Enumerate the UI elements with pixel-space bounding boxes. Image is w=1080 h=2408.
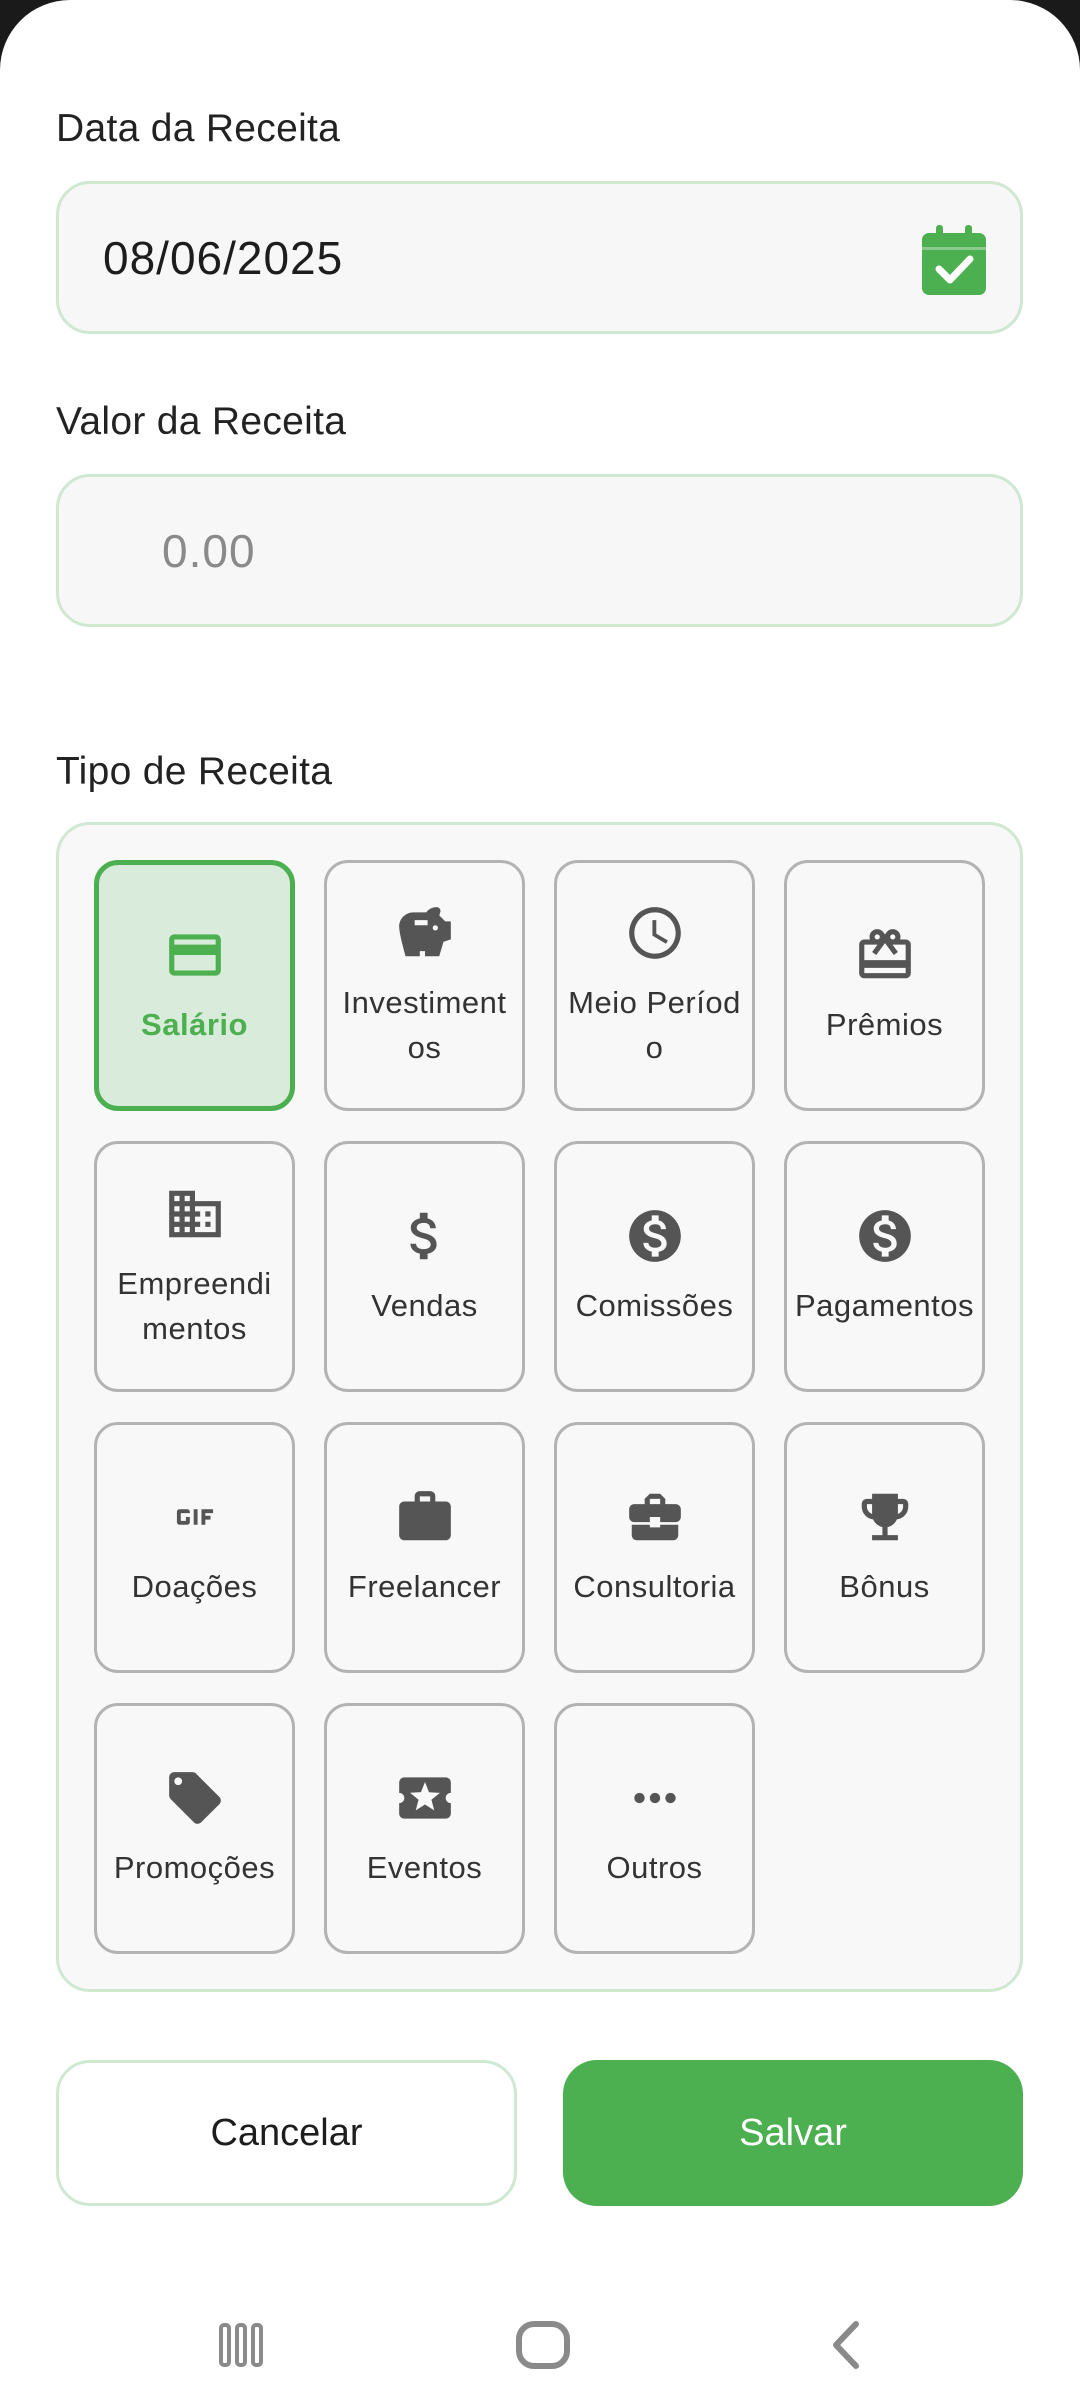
category-label: Salário [141, 1007, 248, 1042]
category-label: Promoções [113, 1850, 276, 1885]
amount-input[interactable]: 0.00 [162, 524, 256, 578]
category-label: Prêmios [825, 1007, 944, 1042]
tag-icon [164, 1767, 226, 1829]
category-vendas[interactable]: Vendas [324, 1141, 525, 1392]
building-icon [164, 1183, 226, 1245]
briefcase-icon [394, 1486, 456, 1548]
category-label: Doações [131, 1569, 258, 1604]
category-investimentos[interactable]: Investimentos [324, 860, 525, 1111]
date-label: Data da Receita [56, 107, 341, 150]
trophy-icon [854, 1486, 916, 1548]
category-grid: Salário Investimentos Meio Período Prêmi… [56, 822, 1023, 1992]
category-label: Investimentos [342, 984, 507, 1065]
back-icon[interactable] [806, 2310, 886, 2380]
credit-card-icon [164, 924, 226, 986]
dollar-sign-icon [394, 1205, 456, 1267]
more-horiz-icon [624, 1767, 686, 1829]
system-navigation-bar [0, 2280, 1080, 2408]
category-bonus[interactable]: Bônus [784, 1422, 985, 1673]
category-label: Bônus [839, 1569, 930, 1604]
ticket-star-icon [394, 1767, 456, 1829]
calendar-check-icon[interactable] [922, 225, 986, 295]
date-field[interactable]: 08/06/2025 [56, 181, 1023, 334]
bottom-sheet: Data da Receita 08/06/2025 Valor da Rece… [0, 0, 1080, 2408]
dollar-circle-icon [624, 1205, 686, 1267]
category-salario[interactable]: Salário [94, 860, 295, 1111]
type-label: Tipo de Receita [56, 750, 333, 793]
category-label: Outros [606, 1850, 703, 1885]
category-doacoes[interactable]: Doações [94, 1422, 295, 1673]
category-empreendimentos[interactable]: Empreendimentos [94, 1141, 295, 1392]
business-center-icon [624, 1486, 686, 1548]
category-promocoes[interactable]: Promoções [94, 1703, 295, 1954]
clock-icon [624, 902, 686, 964]
home-icon[interactable] [503, 2310, 583, 2380]
gif-icon [164, 1486, 226, 1548]
piggy-bank-icon [394, 902, 456, 964]
category-eventos[interactable]: Eventos [324, 1703, 525, 1954]
category-premios[interactable]: Prêmios [784, 860, 985, 1111]
category-pagamentos[interactable]: Pagamentos [784, 1141, 985, 1392]
dollar-circle-icon [854, 1205, 916, 1267]
category-outros[interactable]: Outros [554, 1703, 755, 1954]
category-label: Eventos [366, 1850, 483, 1885]
gift-card-icon [854, 924, 916, 986]
amount-label: Valor da Receita [56, 400, 347, 443]
category-label: Pagamentos [794, 1288, 975, 1323]
category-label: Meio Período [568, 984, 741, 1065]
category-freelancer[interactable]: Freelancer [324, 1422, 525, 1673]
amount-field[interactable]: 0.00 [56, 474, 1023, 627]
category-label: Comissões [575, 1288, 734, 1323]
category-label: Consultoria [573, 1569, 736, 1604]
save-button[interactable]: Salvar [563, 2060, 1023, 2206]
category-comissoes[interactable]: Comissões [554, 1141, 755, 1392]
cancel-button[interactable]: Cancelar [56, 2060, 517, 2206]
category-label: Vendas [371, 1288, 478, 1323]
date-value: 08/06/2025 [103, 231, 344, 284]
category-meio-periodo[interactable]: Meio Período [554, 860, 755, 1111]
category-label: Freelancer [347, 1569, 502, 1604]
category-label: Empreendimentos [117, 1265, 272, 1346]
recent-apps-icon[interactable] [201, 2310, 281, 2380]
category-consultoria[interactable]: Consultoria [554, 1422, 755, 1673]
